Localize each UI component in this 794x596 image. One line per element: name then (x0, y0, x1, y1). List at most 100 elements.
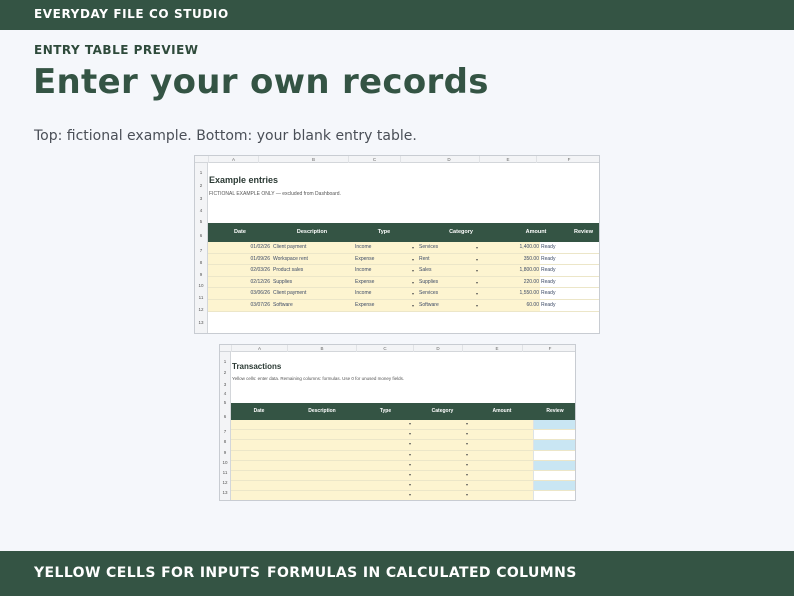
type-cell[interactable]: Income ▾ (352, 288, 416, 299)
row-number[interactable]: 6 (195, 233, 207, 238)
category-cell[interactable]: ▾ (414, 491, 471, 500)
row-number[interactable]: 13 (220, 490, 230, 495)
dropdown-arrow-icon[interactable]: ▾ (409, 452, 411, 457)
category-cell[interactable]: ▾ (414, 481, 471, 491)
description-cell[interactable]: Supplies (272, 276, 352, 288)
row-number[interactable]: 5 (195, 219, 207, 224)
dropdown-arrow-icon[interactable]: ▾ (476, 265, 478, 276)
row-number[interactable]: 4 (195, 208, 207, 213)
date-cell[interactable] (231, 471, 287, 481)
amount-cell[interactable] (471, 420, 533, 430)
category-cell[interactable]: Supplies ▾ (416, 276, 480, 288)
dropdown-arrow-icon[interactable]: ▾ (476, 254, 478, 265)
amount-cell[interactable]: 1,400.00 (480, 242, 540, 253)
category-cell[interactable]: Sales ▾ (416, 265, 480, 276)
row-number[interactable]: 8 (195, 260, 207, 265)
type-cell[interactable]: ▾ (357, 481, 414, 491)
amount-cell[interactable] (471, 481, 533, 491)
date-cell[interactable]: 03/06/26 (208, 288, 272, 299)
type-cell[interactable]: ▾ (357, 450, 414, 460)
amount-cell[interactable] (471, 460, 533, 470)
dropdown-arrow-icon[interactable]: ▾ (412, 265, 414, 276)
row-number[interactable]: 2 (195, 183, 207, 188)
dropdown-arrow-icon[interactable]: ▾ (466, 452, 468, 457)
description-cell[interactable] (287, 471, 357, 481)
type-cell[interactable]: ▾ (357, 430, 414, 440)
row-number[interactable]: 9 (220, 450, 230, 455)
description-cell[interactable] (287, 491, 357, 500)
dropdown-arrow-icon[interactable]: ▾ (466, 472, 468, 477)
amount-cell[interactable]: 220.00 (480, 276, 540, 288)
description-cell[interactable] (287, 420, 357, 430)
date-cell[interactable] (231, 420, 287, 430)
row-number[interactable]: 11 (220, 470, 230, 475)
type-cell[interactable]: ▾ (357, 420, 414, 430)
category-cell[interactable]: ▾ (414, 430, 471, 440)
dropdown-arrow-icon[interactable]: ▾ (476, 242, 478, 253)
dropdown-arrow-icon[interactable]: ▾ (466, 431, 468, 436)
type-cell[interactable]: Expense ▾ (352, 300, 416, 311)
column-header-f[interactable]: F (536, 156, 599, 163)
row-number[interactable]: 7 (195, 248, 207, 253)
description-cell[interactable]: Client payment (272, 242, 352, 253)
date-cell[interactable] (231, 430, 287, 440)
date-cell[interactable]: 01/02/26 (208, 242, 272, 253)
amount-cell[interactable]: 1,800.00 (480, 265, 540, 276)
type-cell[interactable]: ▾ (357, 440, 414, 450)
description-cell[interactable] (287, 450, 357, 460)
column-header-c[interactable]: C (348, 156, 400, 163)
description-cell[interactable]: Workspace rent (272, 253, 352, 265)
category-cell[interactable]: ▾ (414, 450, 471, 460)
dropdown-arrow-icon[interactable]: ▾ (409, 472, 411, 477)
row-number[interactable]: 8 (220, 439, 230, 444)
category-cell[interactable]: ▾ (414, 471, 471, 481)
type-cell[interactable]: Expense ▾ (352, 253, 416, 265)
dropdown-arrow-icon[interactable]: ▾ (466, 421, 468, 426)
description-cell[interactable]: Client payment (272, 288, 352, 299)
dropdown-arrow-icon[interactable]: ▾ (466, 492, 468, 497)
amount-cell[interactable]: 1,550.00 (480, 288, 540, 299)
date-cell[interactable]: 02/12/26 (208, 276, 272, 288)
dropdown-arrow-icon[interactable]: ▾ (412, 277, 414, 288)
row-number[interactable]: 12 (195, 307, 207, 312)
dropdown-arrow-icon[interactable]: ▾ (409, 421, 411, 426)
dropdown-arrow-icon[interactable]: ▾ (466, 482, 468, 487)
row-number[interactable]: 14 (195, 332, 207, 333)
date-cell[interactable]: 03/07/26 (208, 300, 272, 311)
amount-cell[interactable] (471, 491, 533, 500)
category-cell[interactable]: ▾ (414, 420, 471, 430)
dropdown-arrow-icon[interactable]: ▾ (466, 441, 468, 446)
description-cell[interactable] (287, 460, 357, 470)
column-header-d[interactable]: D (413, 345, 462, 352)
dropdown-arrow-icon[interactable]: ▾ (409, 482, 411, 487)
type-cell[interactable]: Income ▾ (352, 242, 416, 253)
date-cell[interactable] (231, 481, 287, 491)
description-cell[interactable] (287, 440, 357, 450)
dropdown-arrow-icon[interactable]: ▾ (412, 242, 414, 253)
description-cell[interactable] (287, 430, 357, 440)
dropdown-arrow-icon[interactable]: ▾ (466, 462, 468, 467)
date-cell[interactable]: 02/03/26 (208, 265, 272, 276)
column-header-f[interactable]: F (522, 345, 575, 352)
type-cell[interactable]: ▾ (357, 491, 414, 500)
dropdown-arrow-icon[interactable]: ▾ (412, 254, 414, 265)
row-number[interactable]: 11 (195, 295, 207, 300)
row-number[interactable]: 7 (220, 429, 230, 434)
dropdown-arrow-icon[interactable]: ▾ (412, 300, 414, 311)
dropdown-arrow-icon[interactable]: ▾ (409, 462, 411, 467)
row-number[interactable]: 6 (220, 414, 230, 419)
dropdown-arrow-icon[interactable]: ▾ (412, 288, 414, 299)
row-number[interactable]: 1 (220, 359, 230, 364)
row-number[interactable]: 3 (220, 382, 230, 387)
amount-cell[interactable] (471, 471, 533, 481)
column-header-a[interactable]: A (208, 156, 258, 163)
description-cell[interactable]: Software (272, 300, 352, 311)
date-cell[interactable] (231, 491, 287, 500)
row-number[interactable]: 14 (220, 500, 230, 501)
row-number[interactable]: 5 (220, 400, 230, 405)
type-cell[interactable]: ▾ (357, 460, 414, 470)
row-number[interactable]: 2 (220, 370, 230, 375)
amount-cell[interactable] (471, 450, 533, 460)
row-number[interactable]: 1 (195, 170, 207, 175)
category-cell[interactable]: ▾ (414, 440, 471, 450)
